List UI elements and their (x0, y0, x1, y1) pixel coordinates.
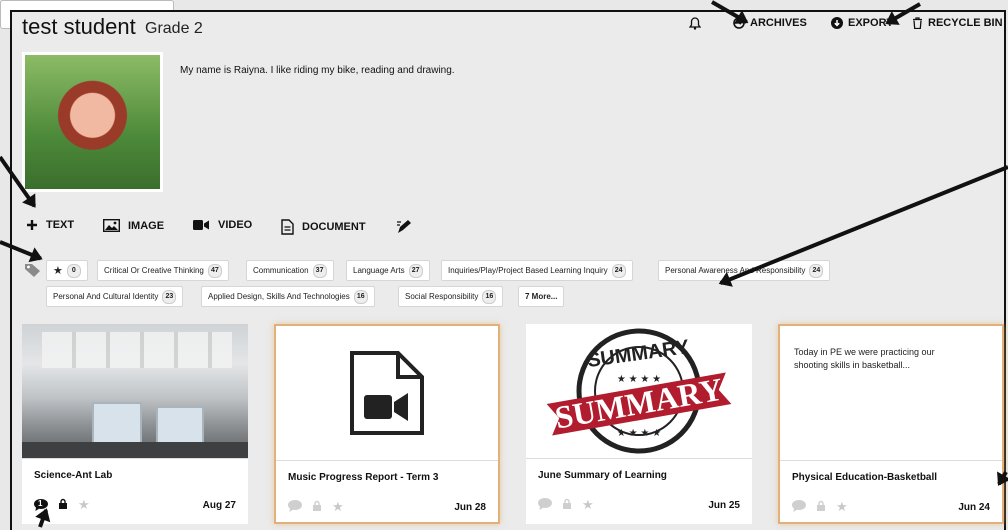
text-post-preview: Today in PE we were practicing our shoot… (780, 326, 1002, 460)
tag-count-badge: 24 (611, 263, 626, 278)
post-title: Physical Education-Basketball (792, 472, 938, 483)
tag-label: Personal Awareness And Responsibility (665, 266, 806, 275)
video-camera-icon (193, 220, 209, 230)
tag-label: Applied Design, Skills And Technologies (208, 292, 350, 301)
bell-icon (689, 17, 701, 30)
tag-chip[interactable]: Language Arts 27 (346, 260, 430, 281)
tag-count-badge: 24 (809, 263, 824, 278)
tag-label: Social Responsibility (405, 292, 479, 301)
tag-chip[interactable]: Applied Design, Skills And Technologies 1… (201, 286, 375, 307)
card-divider (526, 458, 752, 459)
card-divider (276, 460, 498, 461)
card-divider (780, 460, 1002, 461)
student-grade: Grade 2 (145, 20, 203, 37)
post-excerpt: Today in PE we were practicing our shoot… (794, 347, 935, 370)
archives-label: ARCHIVES (750, 17, 807, 29)
lock-icon[interactable] (562, 498, 572, 512)
lock-icon[interactable] (312, 500, 322, 514)
add-document-button[interactable]: DOCUMENT (281, 219, 366, 235)
post-card[interactable]: Music Progress Report - Term 3 ★ Jun 28 (274, 324, 500, 524)
post-card[interactable]: Science-Ant Lab 1 ★ Aug 27 (22, 324, 248, 524)
download-icon (831, 17, 843, 29)
text-label: TEXT (46, 219, 75, 231)
image-label: IMAGE (128, 219, 165, 232)
post-card[interactable]: Today in PE we were practicing our shoot… (778, 324, 1004, 524)
tag-label: Language Arts (353, 266, 405, 275)
star-icon[interactable]: ★ (836, 499, 848, 515)
tag-label: Inquiries/Play/Project Based Learning In… (448, 266, 608, 275)
document-preview (276, 326, 498, 460)
notifications-button[interactable] (689, 17, 701, 30)
recycle-bin-button[interactable]: RECYCLE BIN (912, 17, 1003, 29)
tag-count-badge: 27 (408, 263, 423, 278)
image-icon (103, 219, 120, 232)
comment-icon[interactable] (288, 499, 302, 515)
tag-chip[interactable]: Social Responsibility 16 (398, 286, 504, 307)
student-bio: My name is Raiyna. I like riding my bike… (180, 65, 455, 76)
student-avatar (22, 52, 163, 192)
add-video-button[interactable]: VIDEO (193, 219, 252, 231)
tag-label: Personal And Cultural Identity (53, 292, 159, 301)
post-title: June Summary of Learning (538, 470, 667, 481)
tag-count-badge: 23 (162, 289, 177, 304)
add-text-button[interactable]: TEXT (26, 219, 74, 231)
tag-chip[interactable]: Critical Or Creative Thinking 47 (97, 260, 229, 281)
tag-count-badge: 16 (482, 289, 497, 304)
lock-icon[interactable] (816, 500, 826, 514)
starred-filter-chip[interactable]: ★ 0 (46, 260, 88, 281)
trash-icon (913, 17, 922, 29)
tag-chip[interactable]: Communication 37 (246, 260, 334, 281)
star-icon[interactable]: ★ (582, 497, 594, 513)
draw-tool-button[interactable] (396, 219, 413, 235)
add-image-button[interactable]: IMAGE (103, 219, 164, 232)
video-file-icon (350, 351, 424, 435)
recycle-bin-label: RECYCLE BIN (928, 17, 1003, 29)
document-label: DOCUMENT (302, 221, 366, 233)
comment-icon[interactable] (792, 499, 806, 515)
comment-icon[interactable] (538, 497, 552, 513)
pencil-ruler-icon (397, 220, 411, 233)
tag-label: Critical Or Creative Thinking (104, 266, 204, 275)
post-title: Music Progress Report - Term 3 (288, 472, 439, 483)
post-card[interactable]: SUMMARY SUMMARY ★ ★ ★ ★ ★ ★ ★ ★ June Sum… (526, 324, 752, 524)
annotation-arrow (997, 471, 1008, 486)
post-date: Jun 24 (958, 501, 990, 513)
student-name: test student (22, 14, 136, 39)
tag-label: Communication (253, 266, 309, 275)
tag-count-badge: 37 (312, 263, 327, 278)
star-icon: ★ (53, 265, 63, 277)
post-title: Science-Ant Lab (34, 470, 113, 481)
plus-icon (27, 220, 37, 230)
tag-chip[interactable]: Personal And Cultural Identity 23 (46, 286, 184, 307)
star-icon[interactable]: ★ (332, 499, 344, 515)
lock-icon[interactable] (58, 498, 68, 512)
post-date: Jun 28 (454, 501, 486, 513)
card-divider (22, 458, 248, 459)
summary-stamp-image: SUMMARY SUMMARY ★ ★ ★ ★ ★ ★ ★ ★ (526, 324, 752, 458)
tag-count-badge: 47 (207, 263, 222, 278)
post-date: Aug 27 (202, 499, 236, 511)
post-photo (22, 324, 248, 458)
document-icon (281, 219, 294, 235)
star-icon[interactable]: ★ (78, 497, 90, 513)
svg-text:★ ★ ★ ★: ★ ★ ★ ★ (617, 428, 661, 439)
post-date: Jun 25 (708, 499, 740, 511)
tag-count-badge: 0 (66, 263, 81, 278)
svg-text:★ ★ ★ ★: ★ ★ ★ ★ (617, 374, 661, 385)
tag-count-badge: 16 (353, 289, 368, 304)
tag-chip[interactable]: Inquiries/Play/Project Based Learning In… (441, 260, 633, 281)
more-tags-button[interactable]: 7 More... (518, 286, 565, 307)
video-label: VIDEO (218, 219, 253, 231)
